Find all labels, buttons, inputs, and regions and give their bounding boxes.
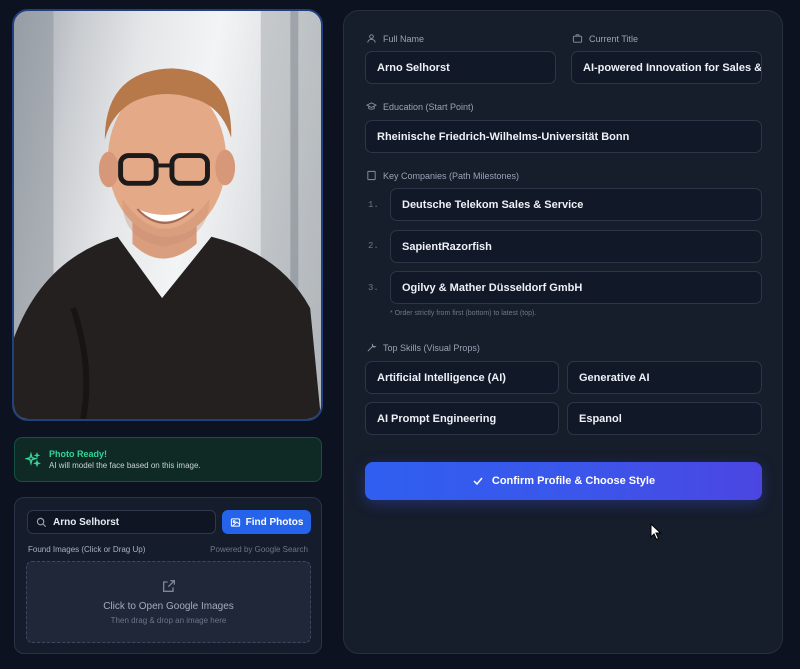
profile-photo-image: [14, 11, 321, 419]
dropzone-subtitle: Then drag & drop an image here: [110, 615, 227, 625]
external-link-icon: [162, 579, 175, 592]
powered-by-label: Powered by Google Search: [210, 545, 308, 554]
full-name-field[interactable]: Arno Selhorst: [365, 51, 556, 84]
profile-photo[interactable]: [12, 9, 323, 421]
companies-label-text: Key Companies (Path Milestones): [383, 170, 520, 181]
graduation-cap-icon: [366, 102, 377, 110]
company-number: 3.: [368, 283, 379, 293]
full-name-label-text: Full Name: [383, 33, 425, 44]
building-icon: [367, 170, 376, 181]
skill-field-4[interactable]: Espanol: [567, 402, 762, 435]
company-number: 2.: [368, 241, 379, 251]
companies-order-note: * Order strictly from first (bottom) to …: [390, 310, 537, 317]
mouse-cursor-icon: [650, 523, 662, 541]
alert-message: AI will model the face based on this ima…: [49, 461, 201, 470]
skill-field-3[interactable]: AI Prompt Engineering: [365, 402, 559, 435]
find-photos-button[interactable]: Find Photos: [222, 510, 311, 534]
education-label: Education (Start Point): [366, 101, 474, 112]
check-icon: [473, 477, 483, 486]
confirm-profile-button[interactable]: Confirm Profile & Choose Style: [365, 462, 762, 500]
company-field-1[interactable]: Deutsche Telekom Sales & Service: [390, 188, 762, 221]
briefcase-icon: [572, 34, 583, 43]
full-name-label: Full Name: [366, 33, 424, 44]
user-icon: [367, 34, 376, 43]
sparkles-icon: [25, 451, 41, 467]
current-title-field[interactable]: AI-powered Innovation for Sales &: [571, 51, 762, 84]
education-field[interactable]: Rheinische Friedrich-Wilhelms-Universitä…: [365, 120, 762, 153]
dropzone-title: Click to Open Google Images: [103, 600, 234, 612]
company-field-2[interactable]: SapientRazorfish: [390, 230, 762, 263]
photo-search-box[interactable]: [27, 510, 216, 534]
profile-form-panel: Full Name Arno Selhorst Current Title AI…: [343, 10, 783, 654]
photo-search-panel: Find Photos Found Images (Click or Drag …: [14, 497, 322, 654]
skill-field-1[interactable]: Artificial Intelligence (AI): [365, 361, 559, 394]
education-label-text: Education (Start Point): [383, 101, 474, 112]
open-google-images-dropzone[interactable]: Click to Open Google Images Then drag & …: [26, 561, 311, 643]
find-photos-label: Find Photos: [245, 516, 304, 528]
photo-ready-alert: Photo Ready! AI will model the face base…: [14, 437, 322, 482]
skills-label: Top Skills (Visual Props): [366, 342, 480, 353]
company-field-3[interactable]: Ogilvy & Mather Düsseldorf GmbH: [390, 271, 762, 304]
alert-title: Photo Ready!: [49, 449, 108, 459]
found-images-label: Found Images (Click or Drag Up): [28, 545, 146, 554]
search-icon: [36, 517, 47, 527]
skills-label-text: Top Skills (Visual Props): [383, 342, 480, 353]
current-title-label: Current Title: [572, 33, 638, 44]
company-number: 1.: [368, 200, 379, 210]
photo-search-input[interactable]: [53, 516, 203, 528]
alert-text-group: Photo Ready! AI will model the face base…: [49, 448, 201, 471]
wrench-icon: [367, 343, 377, 352]
companies-label: Key Companies (Path Milestones): [366, 170, 519, 181]
current-title-label-text: Current Title: [589, 33, 639, 44]
skill-field-2[interactable]: Generative AI: [567, 361, 762, 394]
image-icon: [230, 517, 240, 527]
confirm-profile-label: Confirm Profile & Choose Style: [491, 475, 656, 487]
